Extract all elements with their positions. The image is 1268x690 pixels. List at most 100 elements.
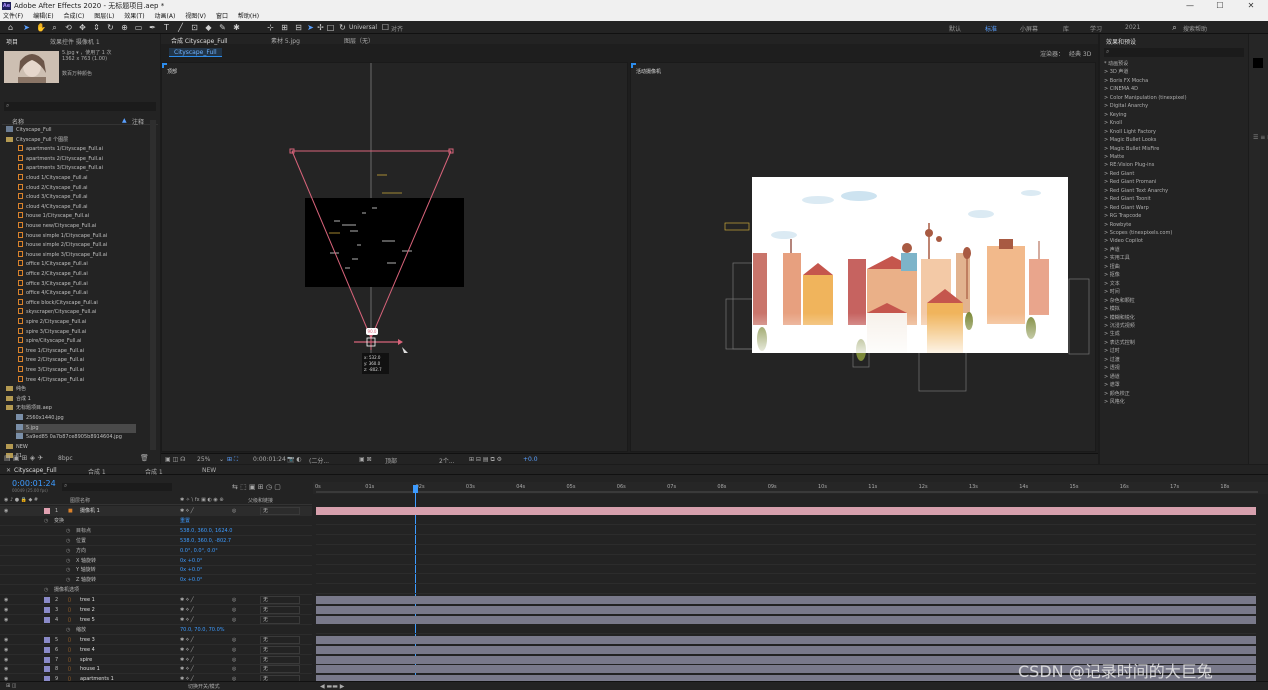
grid-icon[interactable]: ⊞ ⛶	[227, 456, 238, 464]
timeline-property-row[interactable]: ◷ 缩放 70.0, 70.0, 70.0%	[0, 625, 312, 635]
parent-pickwhip-icon[interactable]: ◎	[232, 595, 236, 605]
project-item[interactable]: 合成 1	[6, 395, 31, 405]
project-item[interactable]: office 4/Cityscape_Full.ai	[18, 289, 88, 299]
puppet-tool-icon[interactable]: ✱	[232, 23, 241, 32]
timeline-layer-row[interactable]: ◉ 7 ▯ spire ✱ ⟡ ╱ ◎ 无	[0, 655, 312, 665]
parent-pickwhip-icon[interactable]: ◎	[232, 506, 236, 516]
timeline-layer-row[interactable]: ◉ 4 ▯ tree 5 ✱ ⟡ ╱ ◎ 无	[0, 615, 312, 625]
home-icon[interactable]: ⌂	[6, 23, 15, 32]
brush-tool-icon[interactable]: ╱	[176, 23, 185, 32]
col-note[interactable]: 注释	[132, 117, 144, 126]
effect-category[interactable]: > 抠像	[1104, 271, 1120, 279]
layer-switches-icon[interactable]: ✱ ⟡ ╱	[180, 615, 194, 625]
region-icon[interactable]: ▣ ⊠	[359, 456, 372, 463]
project-item[interactable]: office 3/Cityscape_Full.ai	[18, 279, 88, 290]
property-track[interactable]	[316, 557, 1256, 565]
project-item[interactable]: 纯色	[6, 385, 26, 395]
sort-arrow-icon[interactable]: ▲	[122, 117, 127, 124]
menu-layer[interactable]: 图层(L)	[94, 13, 114, 20]
view-options-icon[interactable]: ⊞ ⊟ ▤ ⧉ ⚙	[469, 456, 502, 464]
tl-tab-comp1b[interactable]: 合成 1	[145, 467, 163, 476]
trash-icon[interactable]: 🗑	[140, 454, 149, 462]
project-item[interactable]: apartments 3/Cityscape_Full.ai	[18, 164, 103, 174]
tl-tab-new[interactable]: NEW	[202, 467, 216, 474]
stopwatch-icon[interactable]: ◷	[66, 575, 70, 585]
layer-name[interactable]: spire	[80, 655, 92, 665]
property-track[interactable]	[316, 547, 1256, 555]
zoom-dropdown[interactable]: 25%	[197, 456, 210, 463]
stopwatch-icon[interactable]: ◷	[66, 565, 70, 575]
tl-tab-comp1[interactable]: 合成 1	[88, 467, 106, 476]
layer-name[interactable]: tree 2	[80, 605, 95, 615]
layer-switches-icon[interactable]: ✱ ⟡ ╱	[180, 655, 194, 665]
project-item[interactable]: office 2/Cityscape_Full.ai	[18, 270, 88, 280]
workspace-default[interactable]: 默认	[949, 24, 961, 33]
project-scrollbar[interactable]	[150, 120, 156, 450]
visibility-eye-icon[interactable]: ◉	[4, 635, 8, 645]
project-item[interactable]: house simple 1/Cityscape_Full.ai	[18, 231, 107, 242]
align-checkbox-icon[interactable]: ☐	[381, 23, 390, 32]
tl-tab-cityscape[interactable]: Cityscape_Full	[14, 467, 57, 474]
menu-edit[interactable]: 编辑(E)	[33, 13, 53, 20]
exposure-value[interactable]: +0.0	[523, 456, 538, 463]
menu-effect[interactable]: 效果(T)	[124, 13, 144, 20]
parent-pickwhip-icon[interactable]: ◎	[232, 615, 236, 625]
parent-dropdown[interactable]: 无	[260, 596, 300, 605]
effect-category[interactable]: > 透视	[1104, 364, 1120, 372]
stopwatch-icon[interactable]: ◷	[44, 516, 48, 526]
effect-category[interactable]: > Magic Bullet Looks	[1104, 136, 1156, 144]
visibility-eye-icon[interactable]: ◉	[4, 595, 8, 605]
timeline-property-row[interactable]: ◷ 变换 重置	[0, 516, 312, 526]
camera-select-icon[interactable]: ➤	[306, 23, 315, 32]
pen-tool-icon[interactable]: ✒	[148, 23, 157, 32]
snapshot-icon[interactable]: 📷 ◐	[287, 456, 302, 463]
layer-name[interactable]: 摄像机 1	[80, 506, 100, 516]
tl-search-input[interactable]: ⌕	[62, 482, 172, 491]
menu-animation[interactable]: 动画(A)	[155, 13, 176, 20]
minimize-icon[interactable]: —	[1175, 0, 1205, 12]
anchor-tool-icon[interactable]: ⊕	[120, 23, 129, 32]
effect-category[interactable]: > Matte	[1104, 153, 1124, 161]
axis-local-icon[interactable]: ⊹	[266, 23, 275, 32]
timeline-layer-row[interactable]: ◉ 1 ■ 摄像机 1 ✱ ⟡ ╱ ◎ 无	[0, 506, 312, 516]
renderer-value[interactable]: 经典 3D	[1069, 49, 1091, 58]
hand-tool-icon[interactable]: ✋	[36, 23, 46, 32]
timeline-layer-row[interactable]: ◉ 8 ▯ house 1 ✱ ⟡ ╱ ◎ 无	[0, 664, 312, 675]
project-item[interactable]: Cityscape_Full	[6, 126, 52, 136]
effect-category[interactable]: > Keying	[1104, 111, 1127, 119]
effect-category[interactable]: > Rowbyte	[1104, 221, 1131, 229]
project-item[interactable]: 5a9ed85 0a7b87ce8905b8914604.jpg	[16, 433, 122, 443]
project-item[interactable]: office 1/Cityscape_Full.ai	[18, 260, 88, 270]
layer-duration-bar[interactable]	[316, 645, 1256, 654]
project-item[interactable]: apartments 1/Cityscape_Full.ai	[18, 145, 103, 155]
project-item[interactable]: spire 2/Cityscape_Full.ai	[18, 318, 86, 328]
effect-category[interactable]: > Digital Anarchy	[1104, 102, 1148, 110]
project-item[interactable]: tree 1/Cityscape_Full.ai	[18, 346, 84, 357]
timeline-property-row[interactable]: ◷ Y 轴旋转 0x +0.0°	[0, 565, 312, 576]
eraser-tool-icon[interactable]: ◆	[204, 23, 213, 32]
effect-category[interactable]: > Knoll Light Factory	[1104, 128, 1156, 136]
work-area-bar[interactable]	[316, 491, 1258, 493]
effect-category[interactable]: > Scopes (tinexpixels.com)	[1104, 229, 1172, 237]
zoom-tool-icon[interactable]: ⌕	[50, 23, 59, 32]
project-search-input[interactable]: ⌕	[4, 102, 156, 111]
project-item[interactable]: NEW	[6, 443, 28, 453]
effect-category[interactable]: > RG Trapcode	[1104, 212, 1141, 220]
project-item[interactable]: tree 4/Cityscape_Full.ai	[18, 375, 84, 386]
label-color-swatch[interactable]	[44, 656, 50, 663]
top-view-panel[interactable]: 顶部 90.0 x: 532.0 y: 360.0 z: -802.7	[161, 62, 628, 452]
label-color-swatch[interactable]	[44, 646, 50, 653]
camera-box-icon[interactable]: □	[326, 23, 335, 32]
label-color-swatch[interactable]	[44, 508, 50, 514]
effect-category[interactable]: > 实用工具	[1104, 254, 1130, 262]
project-item[interactable]: house new/Cityscape_Full.ai	[18, 222, 96, 232]
roto-tool-icon[interactable]: ✎	[218, 23, 227, 32]
layer-switches-icon[interactable]: ✱ ⟡ ╱	[180, 664, 194, 674]
effect-category[interactable]: > 模拟	[1104, 305, 1120, 313]
project-item[interactable]: tree 2/Cityscape_Full.ai	[18, 356, 84, 366]
parent-dropdown[interactable]: 无	[260, 655, 300, 664]
axis-world-icon[interactable]: ⊞	[280, 23, 289, 32]
property-value[interactable]: 0x +0.0°	[180, 556, 202, 566]
clone-tool-icon[interactable]: ⊡	[190, 23, 199, 32]
timeline-property-row[interactable]: ◷ 位置 538.0, 360.0, -802.7	[0, 536, 312, 546]
